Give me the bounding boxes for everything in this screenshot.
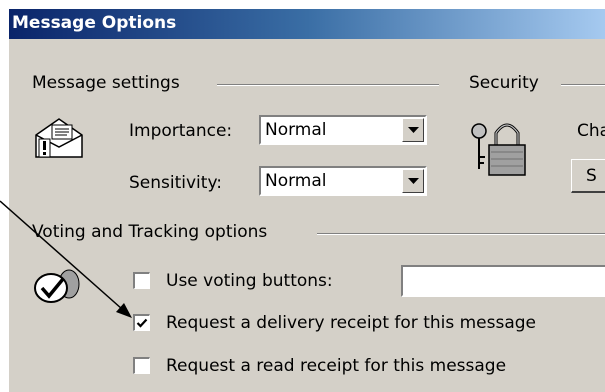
arrow-pointer-icon	[0, 200, 132, 318]
